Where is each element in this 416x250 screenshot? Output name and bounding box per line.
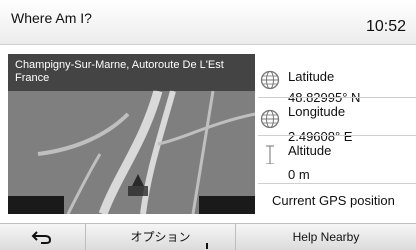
screen-title: Where Am I?: [11, 10, 92, 26]
clock: 10:52: [365, 18, 406, 35]
position-info-panel: Latitude 48.82995° N Longitude 2.49608° …: [258, 60, 416, 210]
header-bar: Where Am I? 10:52: [0, 0, 416, 45]
divider: [258, 183, 416, 184]
altitude-value: 0 m: [288, 167, 310, 182]
longitude-label: Longitude: [288, 104, 346, 119]
text-cursor: [206, 243, 208, 249]
latitude-label: Latitude: [288, 69, 335, 84]
options-button[interactable]: オプション: [86, 224, 236, 250]
address-overlay: Champigny-Sur-Marne, Autoroute De L'Est …: [8, 54, 255, 91]
address-street: Champigny-Sur-Marne, Autoroute De L'Est: [15, 59, 224, 71]
map-corner-right: [199, 196, 255, 214]
help-nearby-button[interactable]: Help Nearby: [236, 224, 416, 250]
divider: [258, 97, 416, 98]
map-view[interactable]: Champigny-Sur-Marne, Autoroute De L'Est …: [8, 54, 255, 214]
divider: [258, 135, 416, 136]
back-button[interactable]: [0, 224, 86, 250]
altitude-label: Altitude: [288, 143, 332, 158]
return-arrow-icon: [31, 231, 52, 244]
globe-icon: [260, 70, 280, 90]
altitude-icon: [266, 145, 274, 164]
map-corner-left: [8, 196, 64, 214]
current-gps-position-label: Current GPS position: [272, 193, 395, 208]
globe-icon: [260, 109, 280, 129]
address-country: France: [15, 72, 50, 84]
longitude-value: 2.49608° E: [288, 129, 353, 144]
bottom-toolbar: オプション Help Nearby: [0, 223, 416, 250]
